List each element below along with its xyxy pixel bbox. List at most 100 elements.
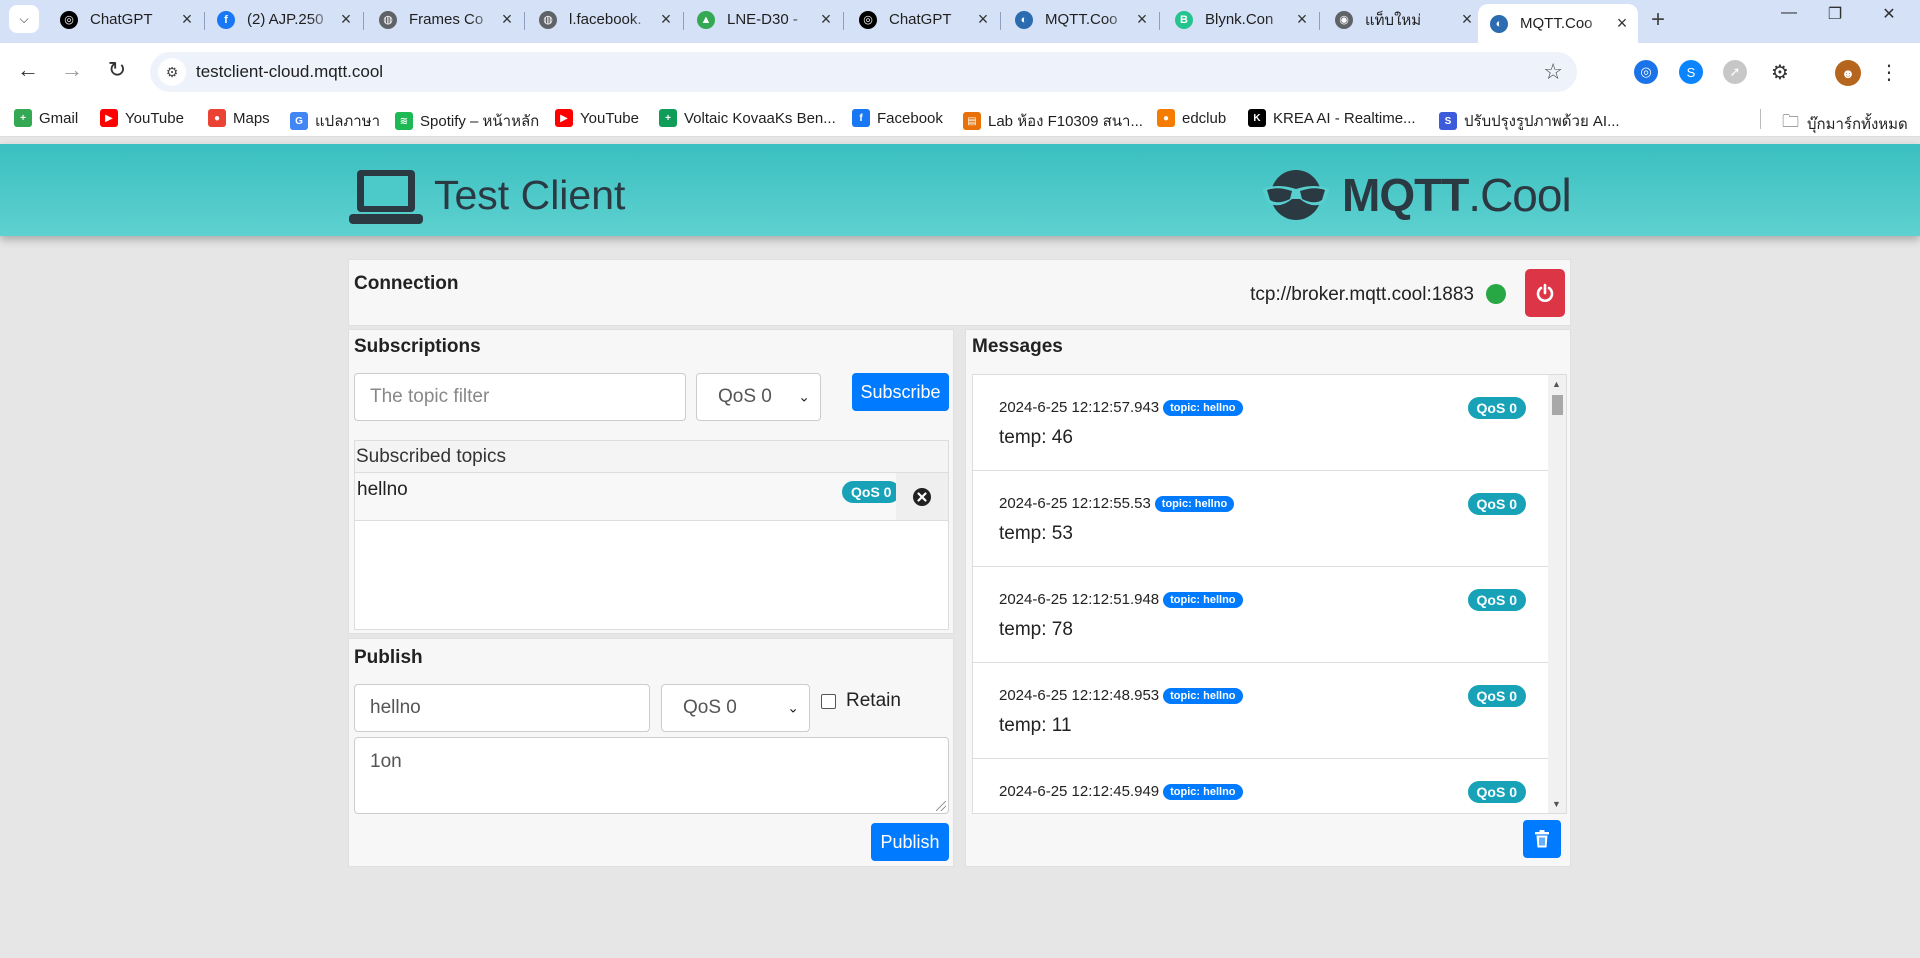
browser-tab[interactable]: ◎ ChatGPT ×	[847, 4, 999, 35]
bookmark-label: Maps	[233, 109, 270, 127]
publish-payload-textarea[interactable]: 1on	[354, 737, 949, 814]
tab-title: แท็บใหม่	[1365, 11, 1422, 29]
browser-tab[interactable]: ◐ MQTT.Coo ×	[1478, 4, 1638, 43]
tab-title: ChatGPT	[90, 11, 153, 28]
bookmark-label: YouTube	[125, 109, 184, 127]
close-tab-icon[interactable]: ×	[1132, 9, 1152, 30]
tab-title: Frames Co	[409, 11, 484, 28]
tab-search-button[interactable]: ⌵	[9, 5, 39, 33]
browser-tab[interactable]: ◐ MQTT.Coo ×	[1003, 4, 1158, 35]
topic-filter-input[interactable]: The topic filter	[354, 373, 686, 421]
close-tab-icon[interactable]: ×	[336, 9, 356, 30]
browser-tab[interactable]: ◍ Frames Co ×	[367, 4, 523, 35]
reload-button[interactable]: ↻	[102, 57, 132, 83]
site-info-icon[interactable]: ⚙	[158, 58, 186, 86]
bookmark-item[interactable]: ≋ Spotify – หน้าหลัก	[395, 109, 539, 133]
maps-icon: ●	[208, 109, 226, 127]
publish-button[interactable]: Publish	[871, 823, 949, 861]
message-payload: temp: 46	[999, 427, 1073, 448]
publish-payload-text: 1on	[370, 751, 402, 772]
bookmark-item[interactable]: ▶ YouTube	[555, 109, 639, 127]
shazam-extension-icon[interactable]: S	[1679, 60, 1703, 84]
message-timestamp-text: 2024-6-25 12:12:55.53	[999, 495, 1151, 512]
publish-qos-select[interactable]: QoS 0 ⌄	[661, 684, 810, 732]
bookmark-label: Spotify – หน้าหลัก	[420, 113, 540, 130]
message-qos-badge: QoS 0	[1467, 397, 1526, 419]
close-window-button[interactable]: ✕	[1866, 4, 1912, 24]
extensions-puzzle-icon[interactable]: ⚙	[1768, 60, 1792, 84]
chatgpt-icon: ◎	[60, 10, 78, 29]
new-tab-button[interactable]: +	[1651, 6, 1665, 34]
back-button[interactable]: ←	[13, 57, 43, 83]
bookmark-label: YouTube	[580, 109, 639, 127]
bookmark-item[interactable]: ● edclub	[1157, 109, 1226, 127]
close-tab-icon[interactable]: ×	[656, 9, 676, 30]
url-text[interactable]: testclient-cloud.mqtt.cool	[196, 62, 383, 82]
bookmark-item[interactable]: + Voltaic KovaaKs Ben...	[659, 109, 836, 127]
publish-topic-input[interactable]: hellno	[354, 684, 650, 732]
bookmark-label: แปลภาษา	[315, 113, 381, 130]
bookmark-item[interactable]: + Gmail	[14, 109, 78, 127]
profile-avatar[interactable]: ☻	[1835, 60, 1861, 86]
close-tab-icon[interactable]: ×	[177, 9, 197, 30]
compass-extension-icon[interactable]: ➚	[1723, 60, 1747, 84]
close-tab-icon[interactable]: ×	[1612, 13, 1632, 34]
subscribed-topics-title: Subscribed topics	[355, 441, 948, 473]
resize-handle[interactable]	[936, 801, 946, 811]
bookmark-label: KREA AI - Realtime...	[1273, 109, 1416, 127]
browser-tab-strip: ⌵ ◎ ChatGPT × f (2) AJP.250 × ◍ Frames Co × ◍ l.fa…	[0, 0, 1920, 43]
bookmark-star-icon[interactable]: ☆	[1543, 59, 1563, 85]
all-bookmarks-folder[interactable]: 🗀 บุ๊กมาร์กทั้งหมด	[1782, 109, 1908, 138]
close-tab-icon[interactable]: ×	[497, 9, 517, 30]
browser-tab[interactable]: ▲ LNE-D30 - ×	[685, 4, 842, 35]
extension-icon[interactable]: ◎	[1634, 60, 1658, 84]
browser-tab[interactable]: B Blynk.Con ×	[1163, 4, 1318, 35]
translate-icon: G	[290, 112, 308, 130]
disconnect-button[interactable]	[1525, 269, 1565, 317]
address-bar[interactable]: ⚙ testclient-cloud.mqtt.cool ☆	[150, 52, 1577, 92]
tab-separator	[363, 12, 364, 30]
restore-button[interactable]: ❐	[1812, 4, 1858, 24]
bookmark-item[interactable]: G แปลภาษา	[290, 109, 380, 133]
forward-button[interactable]: →	[57, 57, 87, 83]
subscribed-topic-row: hellno QoS 0	[355, 473, 948, 521]
browser-tab[interactable]: ◎ ChatGPT ×	[48, 4, 203, 35]
close-tab-icon[interactable]: ×	[973, 9, 993, 30]
subscribe-button[interactable]: Subscribe	[852, 373, 949, 411]
bookmark-item[interactable]: f Facebook	[852, 109, 943, 127]
scroll-down-arrow-icon[interactable]: ▼	[1552, 799, 1561, 809]
retain-option[interactable]: Retain	[821, 690, 901, 712]
close-tab-icon[interactable]: ×	[1457, 9, 1477, 30]
close-tab-icon[interactable]: ×	[1292, 9, 1312, 30]
connection-card: Connection tcp://broker.mqtt.cool:1883	[348, 259, 1571, 326]
tab-title: l.facebook.	[569, 11, 642, 28]
bookmark-label: Facebook	[877, 109, 943, 127]
messages-list[interactable]: 2024-6-25 12:12:57.943 topic: hellno QoS 0…	[972, 374, 1567, 814]
site-header: Test Client MQTT.Cool	[0, 144, 1920, 236]
subscribed-topics-list: Subscribed topics hellno QoS 0	[354, 440, 949, 630]
unsubscribe-button[interactable]	[896, 473, 948, 520]
scroll-up-arrow-icon[interactable]: ▲	[1552, 379, 1561, 389]
close-tab-icon[interactable]: ×	[816, 9, 836, 30]
scrollbar-thumb[interactable]	[1552, 395, 1563, 415]
bookmark-item[interactable]: ▶ YouTube	[100, 109, 184, 127]
blynk-icon: B	[1175, 10, 1193, 29]
retain-checkbox[interactable]	[821, 693, 836, 709]
browser-tab[interactable]: ◉ แท็บใหม่ ×	[1323, 4, 1483, 35]
bookmark-item[interactable]: ● Maps	[208, 109, 270, 127]
bookmark-item[interactable]: K KREA AI - Realtime...	[1248, 109, 1416, 127]
minimize-button[interactable]: —	[1766, 4, 1812, 22]
subscribe-qos-select[interactable]: QoS 0 ⌄	[696, 373, 821, 421]
bookmark-item[interactable]: ▤ Lab ห้อง F10309 สนา...	[963, 109, 1143, 133]
browser-menu-icon[interactable]: ⋮	[1877, 60, 1901, 84]
message-timestamp: 2024-6-25 12:12:51.948 topic: hellno	[999, 591, 1243, 608]
browser-tab[interactable]: ◍ l.facebook. ×	[527, 4, 682, 35]
browser-tab[interactable]: f (2) AJP.250 ×	[205, 4, 362, 35]
youtube-icon: ▶	[555, 109, 573, 127]
bookmark-label: edclub	[1182, 109, 1227, 127]
tab-title: LNE-D30 -	[727, 11, 798, 28]
messages-scrollbar[interactable]: ▲ ▼	[1548, 375, 1566, 813]
bookmark-item[interactable]: S ปรับปรุงรูปภาพด้วย AI...	[1439, 109, 1620, 133]
message-topic-badge: topic: hellno	[1163, 784, 1243, 800]
clear-messages-button[interactable]	[1523, 820, 1561, 858]
